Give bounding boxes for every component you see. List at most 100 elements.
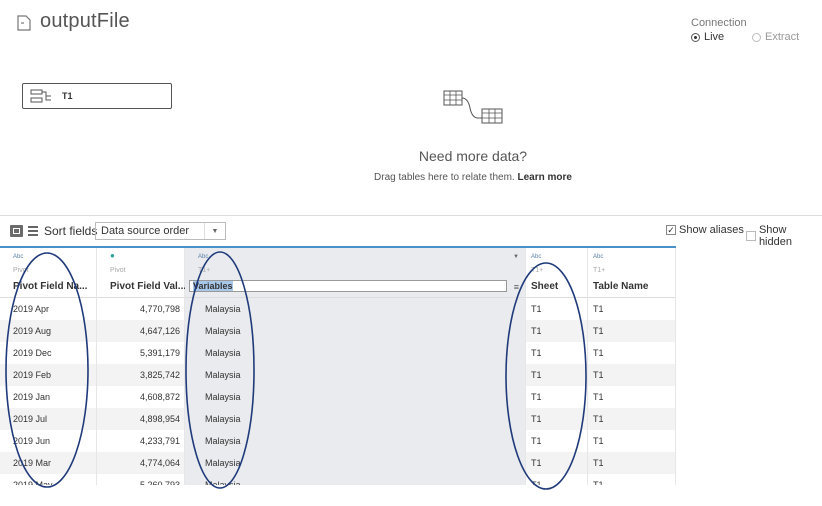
prompt-text: Drag tables here to relate them. Learn m… [0,172,822,183]
column-origin: T1+ [198,267,211,274]
grid-column-sheet[interactable]: Abc T1+ Sheet T1 T1 T1 T1 T1 T1 T1 T1 T1 [526,248,588,485]
grid-cell: 2019 Feb [0,364,96,386]
relate-tables-icon [443,90,503,124]
prompt-body: Drag tables here to relate them. [374,172,515,183]
column-header[interactable]: ● Pivot Pivot Field Val... [97,248,186,298]
number-type-icon[interactable]: ● [110,251,115,260]
prompt-title: Need more data? [418,148,528,164]
sort-fields-select[interactable]: Data source order ▼ [95,222,226,240]
connection-live-label: Live [704,31,725,43]
grid-cell: T1 [593,304,604,314]
column-menu-icon[interactable]: ▼ [513,254,519,260]
show-hidden-checkbox[interactable]: Show hidden [746,224,822,248]
sort-icon[interactable]: ≡ [514,282,519,292]
grid-cell: T1 [526,364,587,386]
grid-cell: T1 [531,436,542,446]
column-name: Variables [193,281,233,291]
sort-fields-value: Data source order [101,225,190,237]
grid-cell: 2019 Apr [13,304,50,314]
grid-column-variables[interactable]: Abc T1+ ▼ Variables ≡ Malaysia Malaysia … [185,248,526,485]
string-type-icon[interactable]: Abc [13,254,23,260]
grid-cell: Malaysia [205,480,241,485]
data-grid: Abc Pivot Pivot Field Na... 2019 Apr 201… [0,248,676,485]
grid-cell: T1 [588,452,675,474]
column-name[interactable]: Sheet [531,281,558,292]
grid-cell: 2019 Mar [0,452,96,474]
column-header[interactable]: Abc T1+ Table Name [588,248,675,298]
column-origin: Pivot [110,267,126,274]
grid-cell: Malaysia [205,370,241,380]
grid-cell: 4,233,791 [139,436,180,446]
grid-cell: 4,774,064 [97,452,184,474]
grid-cell: T1 [531,348,542,358]
connection-extract-radio[interactable]: Extract [752,31,799,43]
column-name[interactable]: Pivot Field Val... [110,281,186,292]
column-header[interactable]: Abc Pivot Pivot Field Na... [0,248,96,298]
datasource-name[interactable]: outputFile [40,10,130,33]
grid-cell: 4,770,798 [139,304,180,314]
grid-cell: 2019 Dec [13,348,52,358]
radio-selected-icon [691,32,700,42]
connection-extract-label: Extract [765,31,800,43]
grid-cell: T1 [526,320,587,342]
grid-cell: T1 [593,480,604,485]
grid-cell: T1 [531,304,542,314]
string-type-icon[interactable]: Abc [593,254,603,260]
string-type-icon[interactable]: Abc [198,254,208,260]
column-name[interactable]: Table Name [593,281,648,292]
column-header[interactable]: Abc T1+ Sheet [526,248,587,298]
grid-cell: Malaysia [205,392,241,402]
show-hidden-label: Show hidden [758,224,792,248]
show-aliases-label: Show aliases [679,224,744,236]
grid-cell: 3,825,742 [97,364,184,386]
grid-cell: 5,260,793 [139,480,180,485]
list-view-icon[interactable] [28,226,38,236]
string-type-icon[interactable]: Abc [531,254,541,260]
grid-cell: T1 [593,392,604,402]
unchecked-box-icon [746,231,756,241]
grid-cell: T1 [593,436,604,446]
grid-column-pivot-field-values[interactable]: ● Pivot Pivot Field Val... 4,770,798 4,6… [97,248,186,485]
radio-unselected-icon [752,32,761,42]
grid-cell: 2019 Jan [13,392,51,402]
canvas-bottom-border [0,215,822,216]
grid-cell: T1 [531,392,542,402]
column-origin: T1+ [593,267,606,274]
grid-cell: 4,608,872 [139,392,180,402]
table-tree-icon [30,89,51,103]
connection-live-radio[interactable]: Live [691,31,724,43]
column-rename-input[interactable]: Variables [189,280,507,292]
grid-cell: T1 [588,320,675,342]
grid-cell: Malaysia [205,304,241,314]
datasource-icon [17,15,31,31]
grid-cell: Malaysia [205,326,241,336]
grid-cell: T1 [531,480,542,485]
connection-label: Connection [691,17,747,29]
chevron-down-icon: ▼ [204,223,225,239]
column-origin: Pivot [13,267,29,274]
column-name[interactable]: Pivot Field Na... [13,281,87,292]
grid-column-table-name[interactable]: Abc T1+ Table Name T1 T1 T1 T1 T1 T1 T1 … [588,248,676,485]
show-aliases-checkbox[interactable]: ✓ Show aliases [666,224,744,236]
grid-cell: 2019 Aug [0,320,96,342]
grid-cell: 5,391,179 [139,348,180,358]
table-pill-label: T1 [62,91,73,101]
grid-cell: 4,898,954 [97,408,184,430]
grid-cell: T1 [593,348,604,358]
grid-column-pivot-field-names[interactable]: Abc Pivot Pivot Field Na... 2019 Apr 201… [0,248,97,485]
grid-cell: T1 [526,452,587,474]
grid-cell: 2019 May [13,480,53,485]
grid-cell: Malaysia [205,414,241,424]
grid-view-icon[interactable] [10,225,23,237]
grid-cell: T1 [588,364,675,386]
grid-cell: 2019 Jul [0,408,96,430]
column-header[interactable]: Abc T1+ ▼ Variables ≡ [185,248,525,298]
grid-cell: 2019 Jun [13,436,51,446]
table-pill[interactable]: T1 [22,83,172,109]
grid-cell: Malaysia [205,458,241,468]
grid-cell: 4,647,126 [97,320,184,342]
grid-cell: Malaysia [205,436,241,446]
checkmark-icon: ✓ [666,225,676,235]
grid-cell: Malaysia [205,348,241,358]
learn-more-link[interactable]: Learn more [517,172,571,183]
